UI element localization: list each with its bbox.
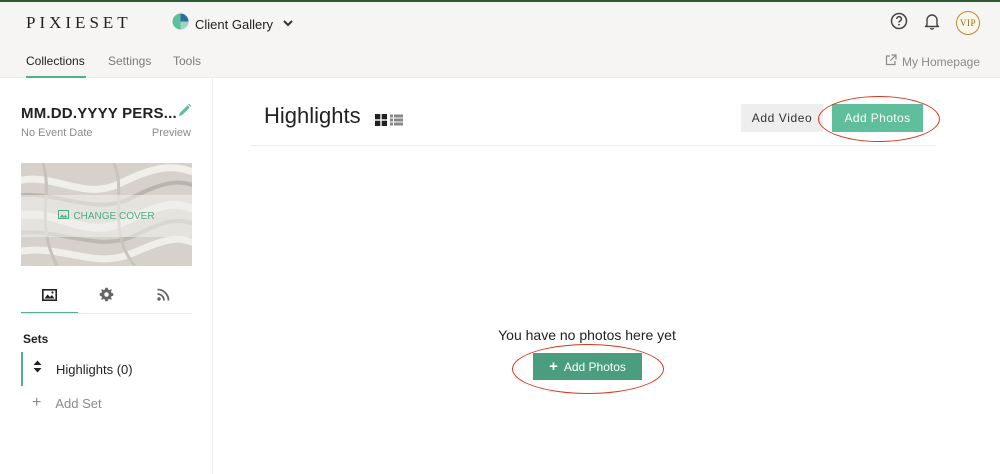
tab-collections[interactable]: Collections [26, 54, 85, 68]
vip-badge[interactable]: VIP [956, 11, 980, 35]
collection-title[interactable]: MM.DD.YYYY PERS... [21, 105, 177, 122]
pencil-icon[interactable] [177, 103, 192, 123]
pixieset-logo[interactable]: PIXIESET [26, 13, 132, 33]
add-set-button[interactable]: + Add Set [21, 392, 102, 414]
collection-panel-tabs [21, 280, 192, 314]
list-view-icon[interactable] [390, 113, 403, 131]
image-icon [42, 288, 57, 306]
external-link-icon [885, 54, 897, 69]
tab-feed[interactable] [135, 280, 192, 314]
cover-image: CHANGE COVER [21, 163, 192, 266]
set-item-highlights[interactable]: Highlights (0) [21, 352, 192, 386]
top-bar: PIXIESET Client Gallery VIP [0, 0, 1000, 44]
add-set-label: Add Set [55, 395, 102, 411]
app-switcher[interactable]: Client Gallery [172, 13, 293, 35]
set-item-label: Highlights (0) [56, 361, 133, 377]
tab-settings[interactable]: Settings [108, 54, 151, 68]
my-homepage-link[interactable]: My Homepage [885, 54, 980, 69]
rss-icon [157, 288, 170, 306]
tab-collection-settings[interactable] [78, 280, 135, 314]
collection-sidebar: MM.DD.YYYY PERS... No Event Date Preview [0, 78, 213, 474]
chevron-down-icon [283, 19, 293, 30]
tab-tools[interactable]: Tools [173, 54, 201, 68]
plus-icon: + [549, 358, 558, 375]
add-photos-empty-button[interactable]: + Add Photos [533, 353, 642, 380]
event-date: No Event Date [21, 127, 93, 139]
grid-view-icon[interactable] [375, 113, 387, 131]
panel-tabs-divider [21, 313, 192, 314]
change-cover-button[interactable]: CHANGE COVER [21, 195, 192, 237]
my-homepage-label: My Homepage [901, 54, 980, 69]
page-title: Highlights [264, 103, 361, 128]
view-toggle [375, 113, 403, 131]
add-photos-empty-label: Add Photos [563, 359, 626, 374]
bell-icon[interactable] [924, 12, 940, 35]
app-switcher-label: Client Gallery [195, 16, 274, 32]
change-cover-label: CHANGE COVER [73, 210, 155, 222]
header-divider [250, 145, 936, 146]
tab-photos[interactable] [21, 280, 78, 314]
preview-link[interactable]: Preview [152, 127, 191, 139]
sort-icon[interactable] [33, 360, 42, 378]
gear-icon [99, 287, 114, 307]
nav-bar: Collections Settings Tools My Homepage [0, 44, 1000, 78]
plus-icon: + [32, 394, 42, 411]
help-icon[interactable] [890, 12, 908, 35]
empty-state-message: You have no photos here yet [498, 327, 676, 343]
add-photos-button[interactable]: Add Photos [832, 104, 923, 132]
sets-heading: Sets [23, 332, 49, 346]
add-video-button[interactable]: Add Video [741, 104, 823, 132]
image-icon [58, 210, 70, 222]
client-gallery-icon [172, 13, 189, 35]
